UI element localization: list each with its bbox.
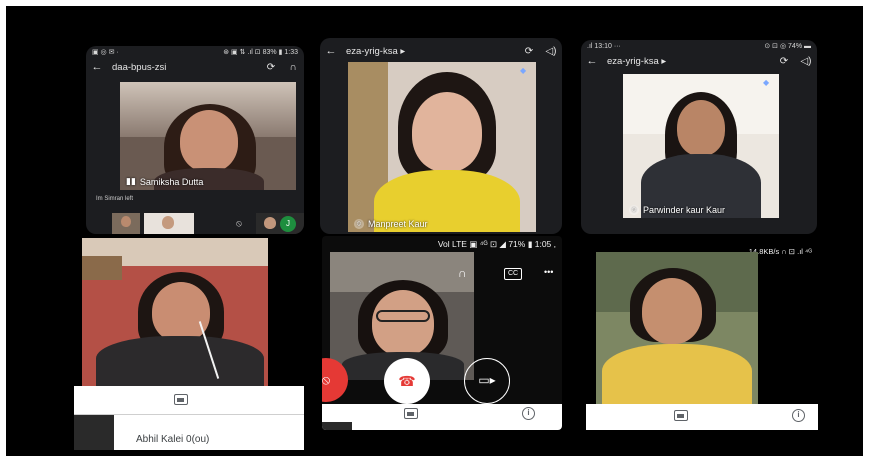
meet-call-tile-5: Vol LTE ▣ ⁴ᴳ ⊡ ◢ 71% ▮ 1:05 , ∩ CC ••• ⦸… (322, 236, 562, 430)
switch-camera-icon[interactable]: ⟳ (260, 62, 282, 73)
face-shape (152, 282, 210, 342)
face-shape (162, 216, 174, 229)
bottom-action-sheet: i (586, 404, 818, 430)
participant-video[interactable] (82, 238, 268, 386)
participant-nameplate: ⦸ Parwinder kaur Kaur (629, 205, 725, 215)
status-bar: Vol LTE ▣ ⁴ᴳ ⊡ ◢ 71% ▮ 1:05 , (322, 236, 562, 252)
bottom-action-sheet: i (322, 404, 562, 430)
speaker-nameplate: ▮▮ Samiksha Dutta (126, 176, 203, 187)
status-left: ▣ ◎ ✉ · (92, 49, 119, 56)
speaker-name: Samiksha Dutta (139, 176, 204, 187)
face-shape (121, 216, 131, 227)
side-panel-edge (322, 422, 352, 430)
participant-thumbnail[interactable]: J (256, 213, 304, 234)
status-right: ⊛ ▣ ⇅ .ıl ⊡ 83% ▮ 1:33 (223, 49, 298, 56)
window-background (82, 256, 122, 280)
side-panel-edge (74, 415, 114, 450)
call-top-bar: ← eza-yrig-ksa ▸ ⟳ ◁) (581, 52, 817, 70)
meeting-code[interactable]: eza-yrig-ksa ▸ (603, 56, 773, 67)
camera-toggle-button[interactable]: ▭▸ (464, 358, 510, 404)
participant-nameplate: ⦸ Manpreet Kaur (354, 219, 428, 229)
call-top-bar: ← daa-bpus-zsi ⟳ ∩ (86, 58, 304, 76)
status-bar: .ıl 13:10 ··· ⊙ ⊡ ◎ 74% ▬ (581, 40, 817, 52)
face-shape (677, 100, 725, 156)
meet-call-tile-3: .ıl 13:10 ··· ⊙ ⊡ ◎ 74% ▬ ← eza-yrig-ksa… (581, 40, 817, 234)
status-text: 14.8KB/s ∩ ⊡ .ıl ⁴ᴳ (748, 246, 812, 256)
status-left: .ıl 13:10 ··· (587, 42, 621, 50)
speaker-icon[interactable]: ◁) (795, 56, 817, 67)
status-right: ⊙ ⊡ ◎ 74% ▬ (764, 43, 811, 50)
body-shape (96, 336, 264, 386)
meeting-code[interactable]: daa-bpus-zsi (108, 62, 260, 73)
face-shape (372, 290, 434, 356)
switch-camera-icon[interactable]: ⟳ (773, 56, 795, 67)
switch-camera-icon[interactable]: ⟳ (518, 46, 540, 57)
meet-call-tile-4: Abhil Kalei 0(ou) (68, 238, 304, 450)
speaker-icon[interactable]: ◁) (540, 46, 562, 57)
back-arrow-icon[interactable]: ← (581, 55, 603, 67)
face-shape (412, 92, 482, 172)
headphones-icon[interactable]: ∩ (458, 266, 467, 280)
bottom-action-sheet: Abhil Kalei 0(ou) (74, 386, 304, 450)
participant-thumbnail[interactable] (144, 213, 194, 234)
meeting-code[interactable]: eza-yrig-ksa ▸ (342, 46, 518, 57)
call-top-bar: ← eza-yrig-ksa ▸ ⟳ ◁) (320, 42, 562, 60)
info-icon[interactable]: i (792, 409, 805, 422)
status-bar: ▣ ◎ ✉ · ⊛ ▣ ⇅ .ıl ⊡ 83% ▮ 1:33 (86, 46, 304, 58)
face-shape (642, 278, 702, 344)
participant-list-item[interactable]: Abhil Kalei 0(ou) (136, 434, 209, 445)
participant-video[interactable] (596, 252, 758, 404)
face-shape (264, 217, 276, 229)
eyeglasses (376, 310, 430, 322)
info-icon[interactable]: i (522, 407, 535, 420)
meet-call-tile-1: ▣ ◎ ✉ · ⊛ ▣ ⇅ .ıl ⊡ 83% ▮ 1:33 ← daa-bpu… (86, 46, 304, 234)
chat-icon[interactable] (674, 410, 688, 421)
body-shape (602, 344, 752, 404)
status-text: Vol LTE ▣ ⁴ᴳ ⊡ ◢ 71% ▮ 1:05 , (437, 238, 556, 249)
face-shape (180, 110, 238, 172)
captions-button[interactable]: CC (504, 268, 523, 280)
sound-bars-icon: ▮▮ (126, 176, 136, 186)
speaker-video[interactable]: ▮▮ Samiksha Dutta (120, 82, 296, 190)
mic-off-icon: ⦸ (354, 219, 364, 229)
pin-icon[interactable]: ◆ (763, 78, 773, 88)
meet-call-tile-2: ← eza-yrig-ksa ▸ ⟳ ◁) ◆ ⦸ Manpreet Kaur (320, 38, 562, 234)
end-call-button[interactable]: ☎ (384, 358, 430, 404)
back-arrow-icon[interactable]: ← (86, 61, 108, 73)
participant-avatar: J (280, 216, 296, 232)
more-options-icon[interactable]: ••• (544, 267, 553, 277)
participant-name: Manpreet Kaur (368, 219, 428, 229)
mic-off-icon: ⦸ (236, 218, 242, 228)
meet-call-tile-6: 14.8KB/s ∩ ⊡ .ıl ⁴ᴳ i (580, 244, 818, 430)
back-arrow-icon[interactable]: ← (320, 45, 342, 57)
participant-left-notice: Im Simran left (96, 196, 134, 202)
participant-video[interactable]: ◆ ⦸ Parwinder kaur Kaur (623, 74, 779, 218)
audio-output-icon[interactable]: ∩ (282, 62, 304, 73)
mic-off-icon: ⦸ (629, 205, 639, 215)
chat-icon[interactable] (174, 394, 188, 405)
participant-thumbnail[interactable] (112, 213, 140, 234)
screenshot-collage: ▣ ◎ ✉ · ⊛ ▣ ⇅ .ıl ⊡ 83% ▮ 1:33 ← daa-bpu… (6, 6, 863, 456)
participant-name: Parwinder kaur Kaur (643, 205, 726, 215)
participant-video[interactable]: ◆ ⦸ Manpreet Kaur (348, 62, 536, 232)
pin-icon[interactable]: ◆ (520, 66, 530, 76)
chat-icon[interactable] (404, 408, 418, 419)
